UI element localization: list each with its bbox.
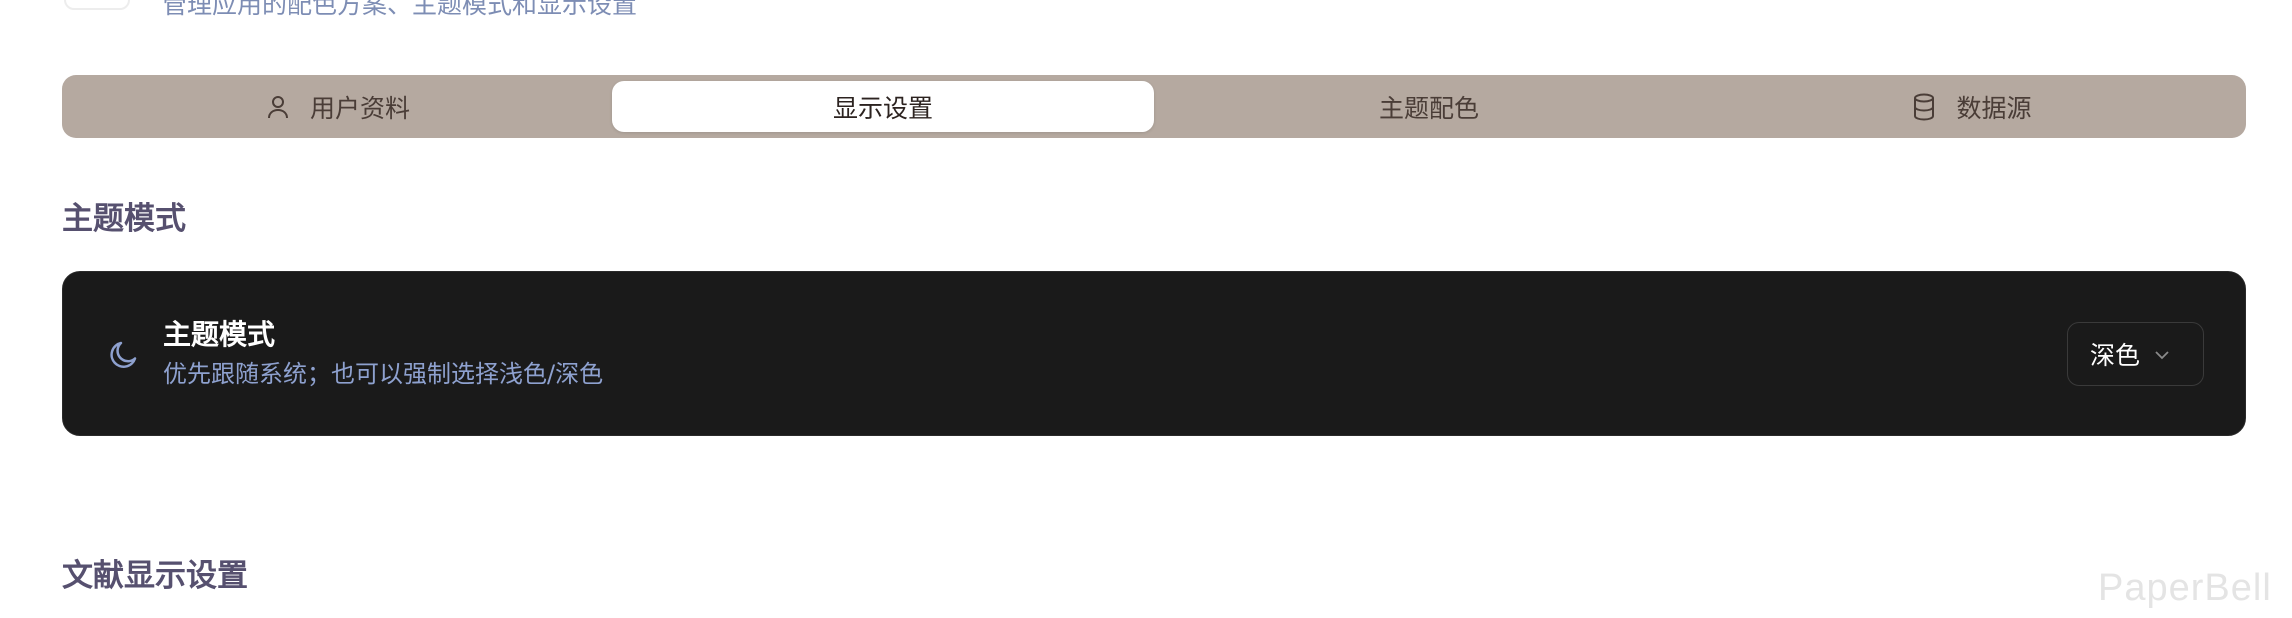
moon-icon <box>107 338 141 372</box>
tab-label: 数据源 <box>1956 93 2032 123</box>
tab-theme-colors[interactable]: 主题配色 <box>1158 81 1700 132</box>
theme-mode-select-value: 深色 <box>2090 341 2141 370</box>
settings-tabbar: 用户资料 显示设置 主题配色 数据源 <box>62 75 2246 138</box>
chevron-down-icon <box>2154 345 2170 364</box>
tab-label: 用户资料 <box>309 93 410 123</box>
user-icon <box>266 94 290 120</box>
section-title-theme-mode: 主题模式 <box>62 201 186 237</box>
tab-display-settings[interactable]: 显示设置 <box>612 81 1154 132</box>
tab-data-source[interactable]: 数据源 <box>1704 81 2240 132</box>
theme-mode-description: 优先跟随系统；也可以强制选择浅色/深色 <box>163 360 604 388</box>
tab-user-profile[interactable]: 用户资料 <box>68 81 608 132</box>
section-title-document-display: 文献显示设置 <box>62 558 248 594</box>
header-icon-box <box>64 0 130 10</box>
theme-mode-select[interactable]: 深色 <box>2067 322 2204 386</box>
theme-mode-card: 主题模式 优先跟随系统；也可以强制选择浅色/深色 深色 <box>62 271 2246 436</box>
settings-page: 管理应用的配色方案、主题模式和显示设置 用户资料 显示设置 主题配色 数据源 主… <box>0 0 2292 618</box>
watermark: PaperBell <box>2098 567 2272 609</box>
header-subtitle: 管理应用的配色方案、主题模式和显示设置 <box>162 0 638 19</box>
tab-label: 主题配色 <box>1378 93 1479 123</box>
tab-label: 显示设置 <box>832 93 933 123</box>
database-icon <box>1912 93 1936 121</box>
theme-mode-title: 主题模式 <box>163 318 276 351</box>
